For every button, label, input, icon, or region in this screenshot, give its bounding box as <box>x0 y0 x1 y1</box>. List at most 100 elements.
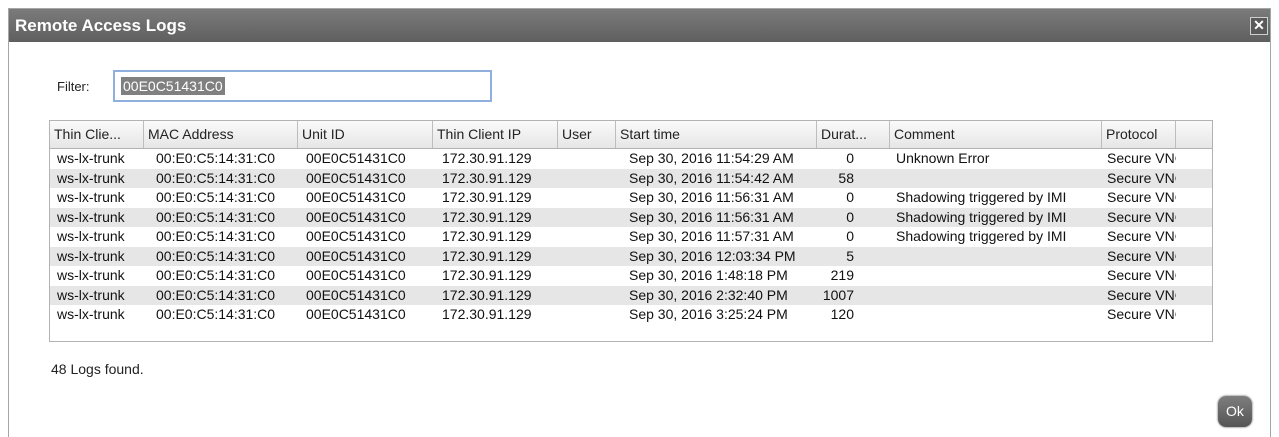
cell-thin-client: ws-lx-trunk <box>57 267 125 283</box>
column-header-unit-id[interactable]: Unit ID <box>298 121 433 148</box>
logs-count-status: 48 Logs found. <box>51 361 144 377</box>
cell-thin-client-ip: 172.30.91.129 <box>442 306 532 322</box>
cell-start-time: Sep 30, 2016 12:03:34 PM <box>629 247 796 264</box>
cell-mac-address: 00:E0:C5:14:31:C0 <box>156 169 276 186</box>
cell-thin-client-ip: 172.30.91.129 <box>442 286 532 303</box>
ok-button[interactable]: Ok <box>1218 396 1252 427</box>
cell-protocol: Secure VNC <box>1107 247 1176 264</box>
cell-start-time: Sep 30, 2016 2:32:40 PM <box>629 286 788 303</box>
column-header-filler <box>1176 121 1212 148</box>
cell-unit-id: 00E0C51431C0 <box>306 169 406 186</box>
cell-unit-id: 00E0C51431C0 <box>306 189 406 205</box>
cell-unit-id: 00E0C51431C0 <box>306 150 406 166</box>
table-row[interactable]: ws-lx-trunk 00:E0:C5:14:31:C0 00E0C51431C0… <box>50 305 1212 325</box>
cell-thin-client: ws-lx-trunk <box>57 189 125 205</box>
column-header-comment[interactable]: Comment <box>890 121 1102 148</box>
cell-protocol: Secure VNC <box>1107 306 1176 322</box>
table-row[interactable]: ws-lx-trunk 00:E0:C5:14:31:C0 00E0C51431C0… <box>50 149 1212 169</box>
cell-thin-client-ip: 172.30.91.129 <box>442 150 532 166</box>
cell-unit-id: 00E0C51431C0 <box>306 228 406 244</box>
cell-user <box>567 188 616 208</box>
cell-thin-client-ip: 172.30.91.129 <box>442 267 532 283</box>
table-row[interactable]: ws-lx-trunk 00:E0:C5:14:31:C0 00E0C51431C0… <box>50 227 1212 247</box>
cell-mac-address: 00:E0:C5:14:31:C0 <box>156 189 276 205</box>
cell-thin-client-ip: 172.30.91.129 <box>442 169 532 186</box>
cell-mac-address: 00:E0:C5:14:31:C0 <box>156 208 276 225</box>
cell-thin-client-ip: 172.30.91.129 <box>442 247 532 264</box>
table-body: ws-lx-trunk 00:E0:C5:14:31:C0 00E0C51431C0… <box>50 149 1212 325</box>
cell-thin-client: ws-lx-trunk <box>57 306 125 322</box>
cell-comment <box>896 266 1102 286</box>
cell-protocol: Secure VNC <box>1107 169 1176 186</box>
cell-start-time: Sep 30, 2016 1:48:18 PM <box>629 267 788 283</box>
cell-comment: Unknown Error <box>896 150 990 166</box>
cell-thin-client: ws-lx-trunk <box>57 247 125 264</box>
cell-duration: 0 <box>846 228 854 244</box>
cell-protocol: Secure VNC <box>1107 150 1176 166</box>
cell-start-time: Sep 30, 2016 3:25:24 PM <box>629 306 788 322</box>
cell-comment <box>896 286 1102 306</box>
cell-protocol: Secure VNC <box>1107 189 1176 205</box>
column-header-user[interactable]: User <box>558 121 616 148</box>
cell-thin-client: ws-lx-trunk <box>57 208 125 225</box>
table-row[interactable]: ws-lx-trunk 00:E0:C5:14:31:C0 00E0C51431C0… <box>50 188 1212 208</box>
cell-unit-id: 00E0C51431C0 <box>306 286 406 303</box>
cell-mac-address: 00:E0:C5:14:31:C0 <box>156 306 276 322</box>
filter-input[interactable]: 00E0C51431C0 <box>113 70 492 102</box>
cell-thin-client-ip: 172.30.91.129 <box>442 189 532 205</box>
cell-start-time: Sep 30, 2016 11:56:31 AM <box>629 189 794 205</box>
cell-start-time: Sep 30, 2016 11:54:42 AM <box>629 169 794 186</box>
cell-comment: Shadowing triggered by IMI <box>896 208 1067 225</box>
cell-protocol: Secure VNC <box>1107 208 1176 225</box>
cell-user <box>567 208 616 228</box>
cell-unit-id: 00E0C51431C0 <box>306 247 406 264</box>
table-row[interactable]: ws-lx-trunk 00:E0:C5:14:31:C0 00E0C51431C0… <box>50 285 1212 306</box>
cell-duration: 0 <box>846 208 854 225</box>
cell-comment: Shadowing triggered by IMI <box>896 189 1067 205</box>
cell-protocol: Secure VNC <box>1107 286 1176 303</box>
column-header-duration[interactable]: Durat... <box>817 121 890 148</box>
cell-duration: 0 <box>846 150 854 166</box>
column-header-thin-client-ip[interactable]: Thin Client IP <box>433 121 558 148</box>
table-row[interactable]: ws-lx-trunk 00:E0:C5:14:31:C0 00E0C51431C0… <box>50 266 1212 286</box>
cell-protocol: Secure VNC <box>1107 228 1176 244</box>
column-header-thin-client[interactable]: Thin Clie... <box>50 121 144 148</box>
title-bar[interactable]: Remote Access Logs ✕ <box>9 9 1270 42</box>
cell-duration: 219 <box>830 267 854 283</box>
cell-comment <box>896 305 1102 325</box>
filter-input-value: 00E0C51431C0 <box>121 77 225 95</box>
cell-duration: 120 <box>830 306 854 322</box>
cell-duration: 5 <box>846 247 854 264</box>
cell-thin-client-ip: 172.30.91.129 <box>442 208 532 225</box>
table-row[interactable]: ws-lx-trunk 00:E0:C5:14:31:C0 00E0C51431C0… <box>50 207 1212 228</box>
column-header-protocol[interactable]: Protocol <box>1102 121 1176 148</box>
cell-thin-client-ip: 172.30.91.129 <box>442 228 532 244</box>
cell-comment <box>896 169 1102 189</box>
cell-user <box>567 286 616 306</box>
cell-user <box>567 305 616 325</box>
cell-start-time: Sep 30, 2016 11:56:31 AM <box>629 208 794 225</box>
cell-comment: Shadowing triggered by IMI <box>896 228 1067 244</box>
table-row[interactable]: ws-lx-trunk 00:E0:C5:14:31:C0 00E0C51431C0… <box>50 168 1212 189</box>
cell-start-time: Sep 30, 2016 11:54:29 AM <box>629 150 794 166</box>
cell-user <box>567 169 616 189</box>
dialog-title: Remote Access Logs <box>15 16 187 35</box>
column-header-start-time[interactable]: Start time <box>616 121 817 148</box>
cell-mac-address: 00:E0:C5:14:31:C0 <box>156 267 276 283</box>
cell-user <box>567 227 616 247</box>
cell-thin-client: ws-lx-trunk <box>57 228 125 244</box>
column-header-mac-address[interactable]: MAC Address <box>144 121 298 148</box>
cell-duration: 0 <box>846 189 854 205</box>
table-row[interactable]: ws-lx-trunk 00:E0:C5:14:31:C0 00E0C51431C0… <box>50 246 1212 266</box>
cell-user <box>567 266 616 286</box>
filter-label: Filter: <box>57 79 90 94</box>
cell-protocol: Secure VNC <box>1107 267 1176 283</box>
table-header: Thin Clie... MAC Address Unit ID Thin Clien… <box>50 121 1212 149</box>
cell-mac-address: 00:E0:C5:14:31:C0 <box>156 286 276 303</box>
close-icon[interactable]: ✕ <box>1250 17 1268 35</box>
logs-table: Thin Clie... MAC Address Unit ID Thin Clien… <box>49 120 1213 342</box>
cell-duration: 1007 <box>822 286 854 303</box>
cell-thin-client: ws-lx-trunk <box>57 169 125 186</box>
cell-unit-id: 00E0C51431C0 <box>306 306 406 322</box>
cell-mac-address: 00:E0:C5:14:31:C0 <box>156 228 276 244</box>
